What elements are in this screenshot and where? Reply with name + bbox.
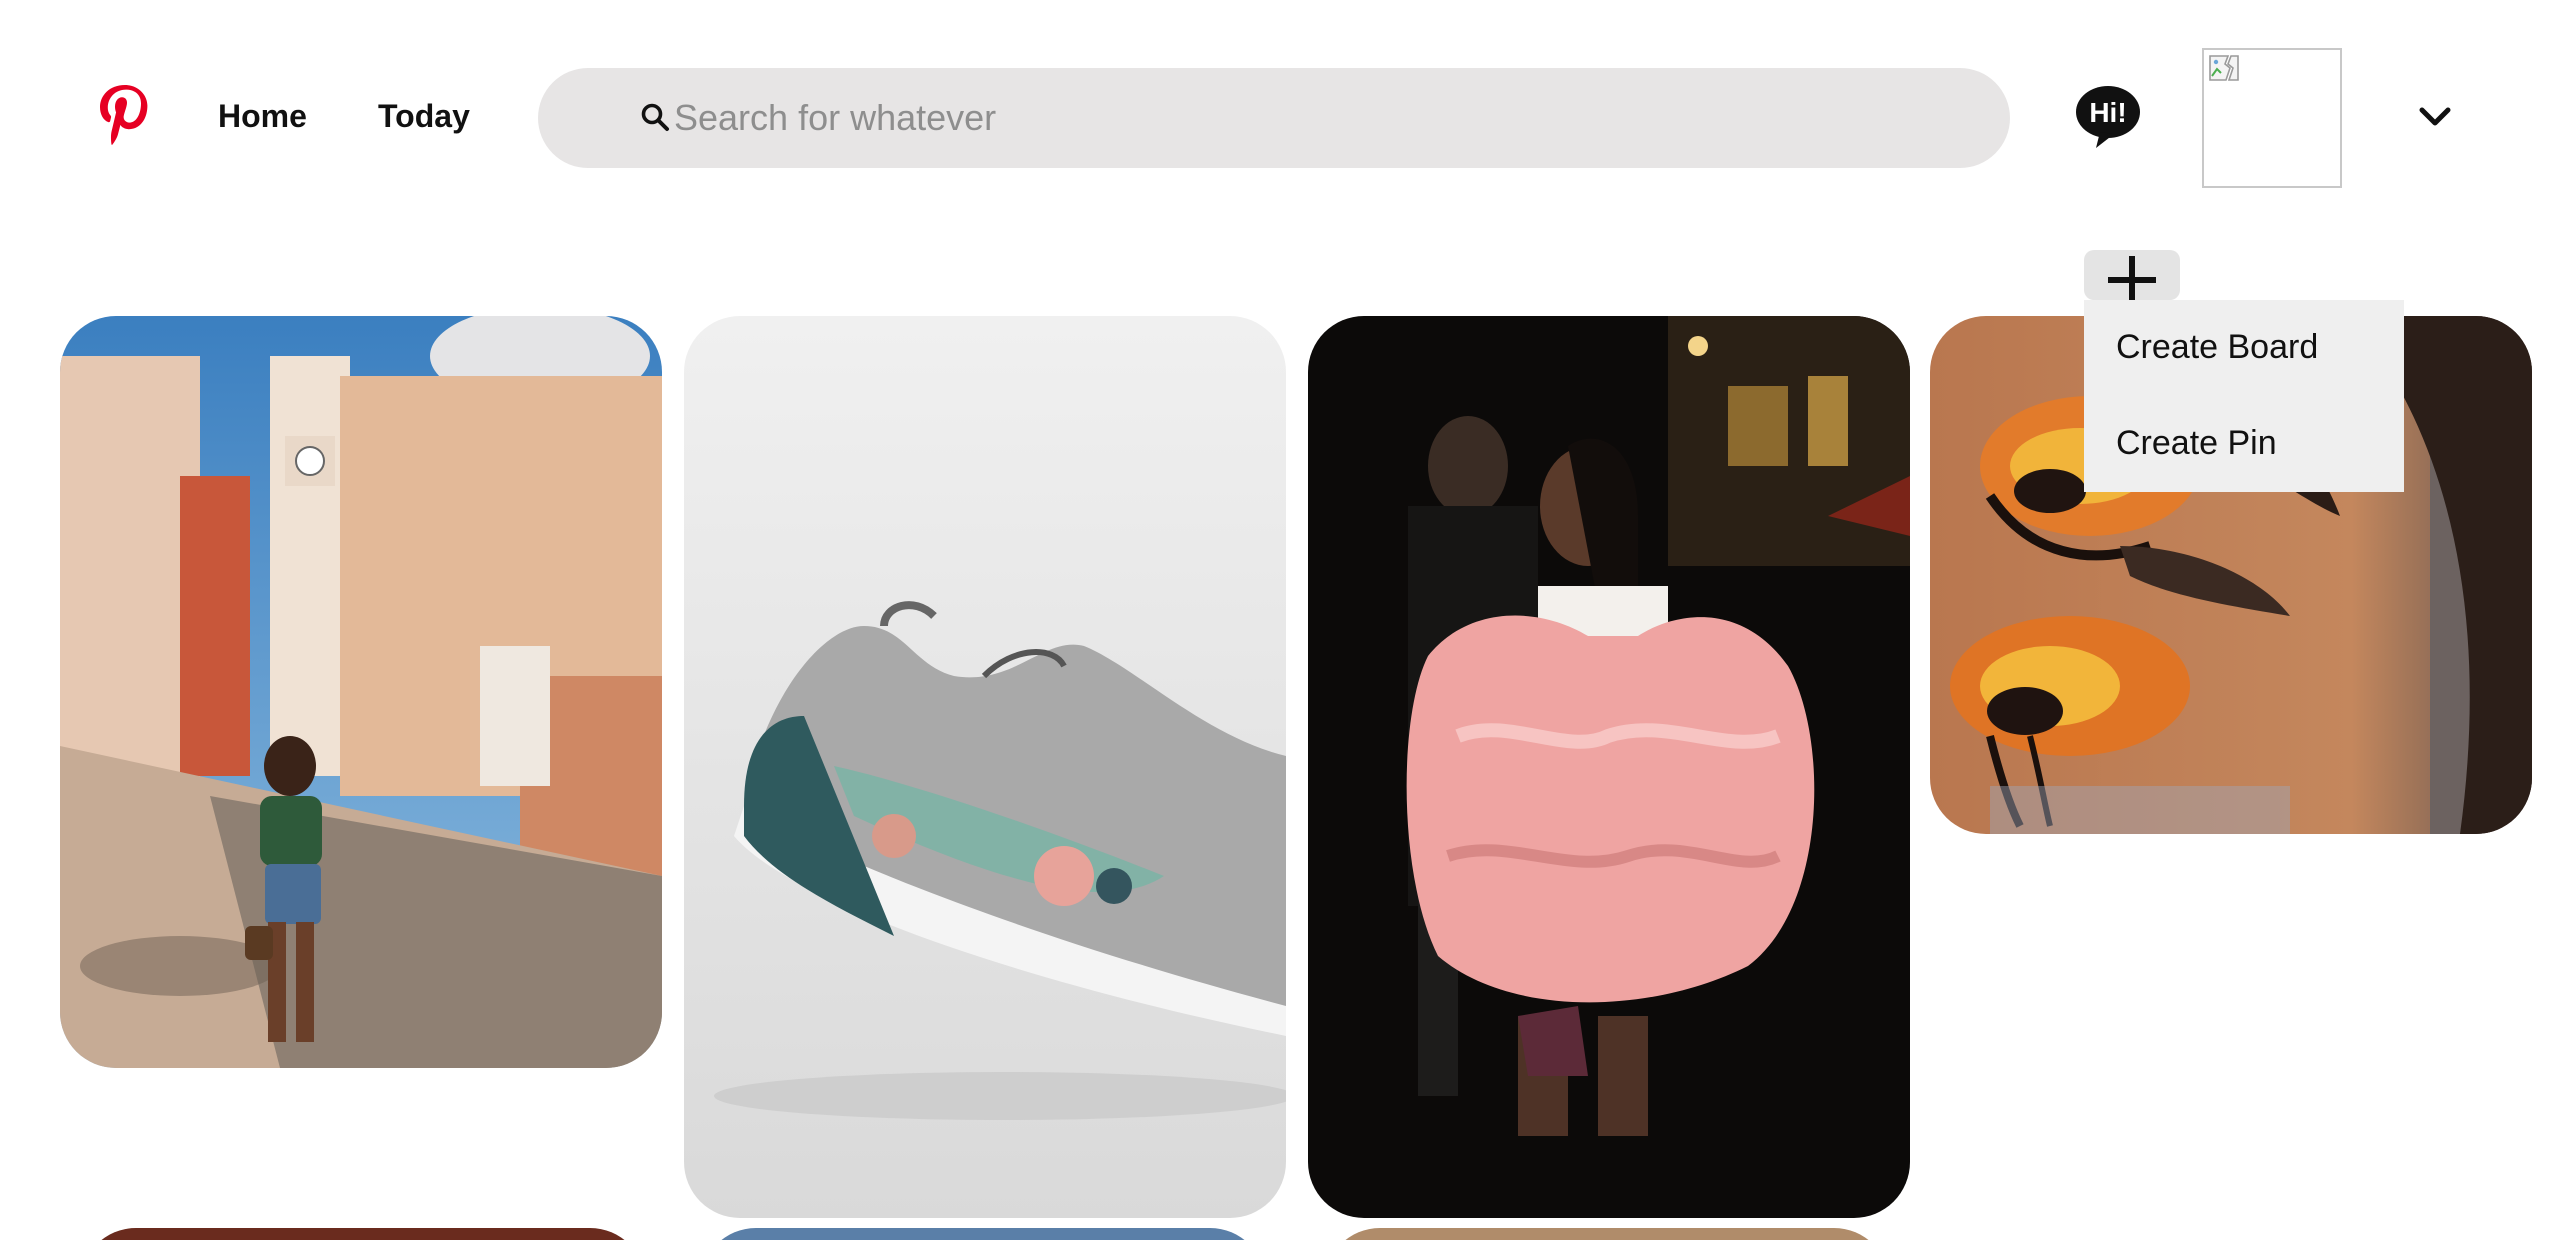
add-button[interactable] — [2084, 250, 2180, 304]
pin-card[interactable] — [684, 316, 1286, 1218]
create-board-menu-item[interactable]: Create Board — [2116, 328, 2318, 367]
pin-image — [684, 316, 1286, 1218]
avatar[interactable] — [2202, 48, 2342, 188]
nav-home-link[interactable]: Home — [218, 98, 307, 135]
top-nav-bar: Home Today Hi! — [0, 0, 2560, 200]
pin-card[interactable] — [700, 1228, 1266, 1240]
broken-image-icon — [2209, 55, 2239, 81]
svg-text:Hi!: Hi! — [2089, 97, 2126, 128]
create-menu: Create Board Create Pin — [2084, 300, 2404, 492]
search-icon — [641, 103, 669, 131]
pin-image — [60, 316, 662, 1068]
search-input[interactable] — [674, 88, 1974, 148]
pinterest-logo-icon[interactable] — [96, 82, 152, 150]
hi-chat-bubble-icon[interactable]: Hi! — [2074, 84, 2142, 150]
pin-card[interactable] — [1308, 316, 1910, 1218]
pin-card[interactable] — [80, 1228, 646, 1240]
search-bar[interactable] — [538, 68, 2010, 168]
pin-card[interactable] — [60, 316, 662, 1068]
pin-card[interactable] — [1324, 1228, 1890, 1240]
create-pin-menu-item[interactable]: Create Pin — [2116, 424, 2277, 463]
pin-image — [1308, 316, 1910, 1218]
chevron-down-icon[interactable] — [2418, 104, 2452, 130]
nav-today-link[interactable]: Today — [378, 98, 470, 135]
